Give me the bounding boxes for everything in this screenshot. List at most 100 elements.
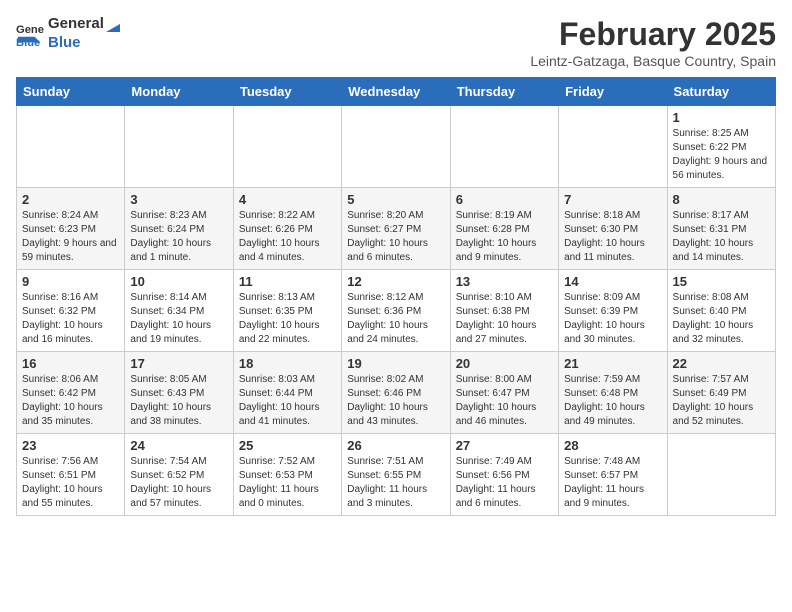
weekday-header-thursday: Thursday [450, 78, 558, 106]
day-number: 14 [564, 274, 661, 289]
day-cell: 14 Sunrise: 8:09 AMSunset: 6:39 PMDayligh… [559, 270, 667, 352]
day-cell: 1 Sunrise: 8:25 AMSunset: 6:22 PMDaylight… [667, 106, 775, 188]
day-info: Sunrise: 8:20 AMSunset: 6:27 PMDaylight:… [347, 209, 444, 265]
day-info: Sunrise: 8:16 AMSunset: 6:32 PMDaylight:… [22, 291, 119, 347]
day-info: Sunrise: 8:13 AMSunset: 6:35 PMDaylight:… [239, 291, 336, 347]
day-cell: 22Sunrise: 7:57 AMSunset: 6:49 PMDayligh… [667, 352, 775, 434]
week-row-5: 23 Sunrise: 7:56 AMSunset: 6:51 PMDayligh… [17, 434, 776, 516]
day-cell: 10 Sunrise: 8:14 AMSunset: 6:34 PMDayligh… [125, 270, 233, 352]
day-cell: 4Sunrise: 8:22 AMSunset: 6:26 PMDaylight… [233, 188, 341, 270]
day-cell: 2 Sunrise: 8:24 AMSunset: 6:23 PMDaylight… [17, 188, 125, 270]
logo-general: General [48, 16, 104, 34]
page-header: General Blue General Blue February 2025 … [16, 16, 776, 69]
day-number: 13 [456, 274, 553, 289]
day-number: 23 [22, 438, 119, 453]
calendar-table: SundayMondayTuesdayWednesdayThursdayFrid… [16, 77, 776, 516]
day-number: 25 [239, 438, 336, 453]
day-cell: 9 Sunrise: 8:16 AMSunset: 6:32 PMDaylight… [17, 270, 125, 352]
day-cell: 12 Sunrise: 8:12 AMSunset: 6:36 PMDayligh… [342, 270, 450, 352]
day-cell: 19 Sunrise: 8:02 AMSunset: 6:46 PMDayligh… [342, 352, 450, 434]
week-row-1: 1 Sunrise: 8:25 AMSunset: 6:22 PMDaylight… [17, 106, 776, 188]
day-number: 11 [239, 274, 336, 289]
title-block: February 2025 Leintz-Gatzaga, Basque Cou… [530, 16, 776, 69]
day-info: Sunrise: 8:05 AMSunset: 6:43 PMDaylight:… [130, 373, 227, 429]
day-cell: 3Sunrise: 8:23 AMSunset: 6:24 PMDaylight… [125, 188, 233, 270]
weekday-header-sunday: Sunday [17, 78, 125, 106]
day-cell: 7 Sunrise: 8:18 AMSunset: 6:30 PMDaylight… [559, 188, 667, 270]
day-number: 6 [456, 192, 553, 207]
day-info: Sunrise: 7:57 AMSunset: 6:49 PMDaylight:… [673, 373, 770, 429]
day-number: 5 [347, 192, 444, 207]
day-cell: 16Sunrise: 8:06 AMSunset: 6:42 PMDayligh… [17, 352, 125, 434]
day-number: 12 [347, 274, 444, 289]
day-cell [342, 106, 450, 188]
weekday-header-saturday: Saturday [667, 78, 775, 106]
day-info: Sunrise: 8:09 AMSunset: 6:39 PMDaylight:… [564, 291, 661, 347]
day-cell: 27 Sunrise: 7:49 AMSunset: 6:56 PMDayligh… [450, 434, 558, 516]
day-cell: 17 Sunrise: 8:05 AMSunset: 6:43 PMDayligh… [125, 352, 233, 434]
day-number: 17 [130, 356, 227, 371]
day-number: 10 [130, 274, 227, 289]
day-number: 19 [347, 356, 444, 371]
day-cell [125, 106, 233, 188]
week-row-3: 9 Sunrise: 8:16 AMSunset: 6:32 PMDaylight… [17, 270, 776, 352]
day-cell: 25Sunrise: 7:52 AMSunset: 6:53 PMDayligh… [233, 434, 341, 516]
day-number: 2 [22, 192, 119, 207]
week-row-4: 16Sunrise: 8:06 AMSunset: 6:42 PMDayligh… [17, 352, 776, 434]
logo-triangle-icon [104, 16, 122, 34]
day-info: Sunrise: 8:23 AMSunset: 6:24 PMDaylight:… [130, 209, 227, 265]
svg-text:General: General [16, 24, 44, 36]
day-info: Sunrise: 7:51 AMSunset: 6:55 PMDaylight:… [347, 455, 444, 511]
day-info: Sunrise: 8:02 AMSunset: 6:46 PMDaylight:… [347, 373, 444, 429]
day-cell: 5 Sunrise: 8:20 AMSunset: 6:27 PMDaylight… [342, 188, 450, 270]
day-number: 1 [673, 110, 770, 125]
logo: General Blue General Blue [16, 16, 122, 52]
calendar-title: February 2025 [530, 16, 776, 53]
day-number: 27 [456, 438, 553, 453]
day-cell: 6 Sunrise: 8:19 AMSunset: 6:28 PMDaylight… [450, 188, 558, 270]
weekday-header-tuesday: Tuesday [233, 78, 341, 106]
day-cell: 13 Sunrise: 8:10 AMSunset: 6:38 PMDayligh… [450, 270, 558, 352]
day-info: Sunrise: 8:14 AMSunset: 6:34 PMDaylight:… [130, 291, 227, 347]
day-info: Sunrise: 8:03 AMSunset: 6:44 PMDaylight:… [239, 373, 336, 429]
day-info: Sunrise: 7:56 AMSunset: 6:51 PMDaylight:… [22, 455, 119, 511]
day-number: 4 [239, 192, 336, 207]
day-info: Sunrise: 8:24 AMSunset: 6:23 PMDaylight:… [22, 209, 119, 265]
logo-blue: Blue [48, 34, 81, 51]
svg-text:Blue: Blue [16, 37, 40, 48]
weekday-header-wednesday: Wednesday [342, 78, 450, 106]
day-cell [17, 106, 125, 188]
day-info: Sunrise: 7:54 AMSunset: 6:52 PMDaylight:… [130, 455, 227, 511]
day-cell: 18 Sunrise: 8:03 AMSunset: 6:44 PMDayligh… [233, 352, 341, 434]
day-cell: 8 Sunrise: 8:17 AMSunset: 6:31 PMDaylight… [667, 188, 775, 270]
day-info: Sunrise: 8:18 AMSunset: 6:30 PMDaylight:… [564, 209, 661, 265]
day-info: Sunrise: 8:12 AMSunset: 6:36 PMDaylight:… [347, 291, 444, 347]
day-info: Sunrise: 8:06 AMSunset: 6:42 PMDaylight:… [22, 373, 119, 429]
day-cell: 15 Sunrise: 8:08 AMSunset: 6:40 PMDayligh… [667, 270, 775, 352]
day-info: Sunrise: 8:19 AMSunset: 6:28 PMDaylight:… [456, 209, 553, 265]
day-number: 18 [239, 356, 336, 371]
day-number: 20 [456, 356, 553, 371]
day-info: Sunrise: 8:25 AMSunset: 6:22 PMDaylight:… [673, 127, 770, 183]
day-number: 7 [564, 192, 661, 207]
day-info: Sunrise: 8:17 AMSunset: 6:31 PMDaylight:… [673, 209, 770, 265]
day-number: 28 [564, 438, 661, 453]
day-cell [233, 106, 341, 188]
day-number: 15 [673, 274, 770, 289]
day-info: Sunrise: 7:49 AMSunset: 6:56 PMDaylight:… [456, 455, 553, 511]
day-number: 9 [22, 274, 119, 289]
day-number: 8 [673, 192, 770, 207]
day-info: Sunrise: 8:00 AMSunset: 6:47 PMDaylight:… [456, 373, 553, 429]
day-number: 21 [564, 356, 661, 371]
day-cell: 21 Sunrise: 7:59 AMSunset: 6:48 PMDayligh… [559, 352, 667, 434]
day-info: Sunrise: 7:59 AMSunset: 6:48 PMDaylight:… [564, 373, 661, 429]
day-number: 26 [347, 438, 444, 453]
weekday-header-friday: Friday [559, 78, 667, 106]
day-cell: 26 Sunrise: 7:51 AMSunset: 6:55 PMDayligh… [342, 434, 450, 516]
day-info: Sunrise: 8:08 AMSunset: 6:40 PMDaylight:… [673, 291, 770, 347]
weekday-header-monday: Monday [125, 78, 233, 106]
day-info: Sunrise: 8:10 AMSunset: 6:38 PMDaylight:… [456, 291, 553, 347]
weekday-header-row: SundayMondayTuesdayWednesdayThursdayFrid… [17, 78, 776, 106]
day-cell [559, 106, 667, 188]
day-cell [667, 434, 775, 516]
